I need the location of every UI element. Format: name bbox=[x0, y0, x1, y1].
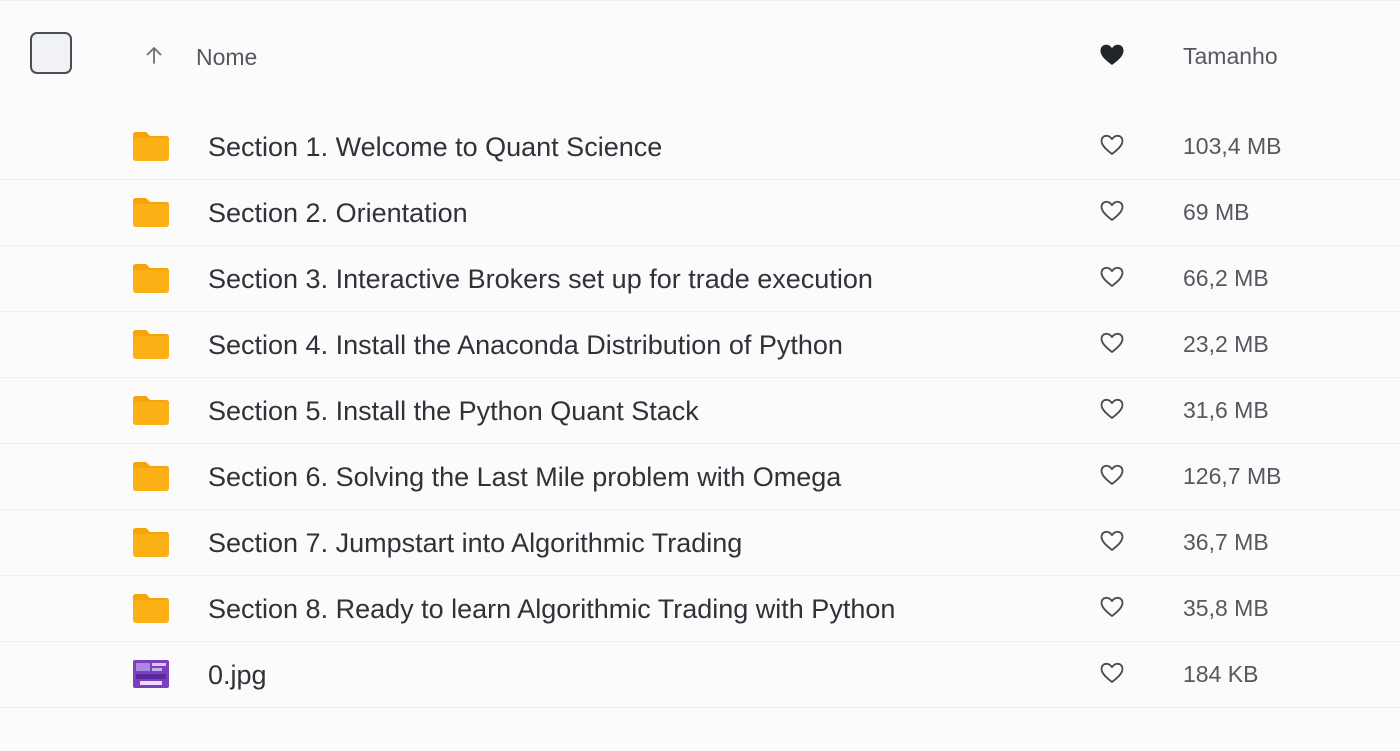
file-name[interactable]: Section 6. Solving the Last Mile problem… bbox=[208, 462, 841, 493]
file-size: 69 MB bbox=[1183, 199, 1250, 225]
file-row[interactable]: Section 6. Solving the Last Mile problem… bbox=[0, 443, 1400, 510]
column-header-size[interactable]: Tamanho bbox=[1183, 43, 1278, 70]
file-row[interactable]: 0.jpg 184 KB bbox=[0, 641, 1400, 708]
heart-outline-icon[interactable] bbox=[1098, 264, 1126, 290]
file-row[interactable]: Section 7. Jumpstart into Algorithmic Tr… bbox=[0, 509, 1400, 576]
heart-outline-icon[interactable] bbox=[1098, 528, 1126, 554]
folder-icon bbox=[133, 528, 169, 557]
file-row[interactable]: Section 1. Welcome to Quant Science 103,… bbox=[0, 113, 1400, 180]
file-name[interactable]: Section 2. Orientation bbox=[208, 198, 468, 229]
heart-filled-icon bbox=[1100, 44, 1124, 65]
file-list-header: Nome Tamanho bbox=[0, 1, 1400, 111]
file-row[interactable]: Section 3. Interactive Brokers set up fo… bbox=[0, 245, 1400, 312]
file-size: 36,7 MB bbox=[1183, 529, 1269, 555]
heart-outline-icon[interactable] bbox=[1098, 330, 1126, 356]
file-row[interactable]: Section 2. Orientation 69 MB bbox=[0, 179, 1400, 246]
file-list-panel: Nome Tamanho Section 1. Welcome to Quant… bbox=[0, 0, 1400, 751]
folder-icon bbox=[133, 594, 169, 623]
file-size: 35,8 MB bbox=[1183, 595, 1269, 621]
file-row[interactable]: Section 5. Install the Python Quant Stac… bbox=[0, 377, 1400, 444]
file-name[interactable]: Section 1. Welcome to Quant Science bbox=[208, 132, 662, 163]
heart-outline-icon[interactable] bbox=[1098, 660, 1126, 686]
file-name[interactable]: Section 5. Install the Python Quant Stac… bbox=[208, 396, 699, 427]
column-header-name[interactable]: Nome bbox=[196, 44, 257, 71]
heart-outline-icon[interactable] bbox=[1098, 462, 1126, 488]
file-name[interactable]: Section 8. Ready to learn Algorithmic Tr… bbox=[208, 594, 895, 625]
heart-outline-icon[interactable] bbox=[1098, 396, 1126, 422]
select-all-checkbox[interactable] bbox=[30, 32, 72, 74]
folder-icon bbox=[133, 132, 169, 161]
arrow-up-icon[interactable] bbox=[143, 44, 165, 66]
file-row[interactable]: Section 4. Install the Anaconda Distribu… bbox=[0, 311, 1400, 378]
file-name[interactable]: Section 3. Interactive Brokers set up fo… bbox=[208, 264, 873, 295]
file-size: 31,6 MB bbox=[1183, 397, 1269, 423]
file-name[interactable]: 0.jpg bbox=[208, 660, 267, 691]
folder-icon bbox=[133, 462, 169, 491]
heart-outline-icon[interactable] bbox=[1098, 594, 1126, 620]
file-size: 184 KB bbox=[1183, 661, 1259, 687]
file-size: 66,2 MB bbox=[1183, 265, 1269, 291]
file-name[interactable]: Section 7. Jumpstart into Algorithmic Tr… bbox=[208, 528, 742, 559]
file-row[interactable]: Section 8. Ready to learn Algorithmic Tr… bbox=[0, 575, 1400, 642]
file-size: 126,7 MB bbox=[1183, 463, 1282, 489]
file-name[interactable]: Section 4. Install the Anaconda Distribu… bbox=[208, 330, 843, 361]
file-size: 23,2 MB bbox=[1183, 331, 1269, 357]
folder-icon bbox=[133, 396, 169, 425]
folder-icon bbox=[133, 264, 169, 293]
heart-outline-icon[interactable] bbox=[1098, 132, 1126, 158]
image-thumbnail-icon bbox=[133, 660, 169, 688]
file-size: 103,4 MB bbox=[1183, 133, 1282, 159]
heart-outline-icon[interactable] bbox=[1098, 198, 1126, 224]
folder-icon bbox=[133, 330, 169, 359]
folder-icon bbox=[133, 198, 169, 227]
